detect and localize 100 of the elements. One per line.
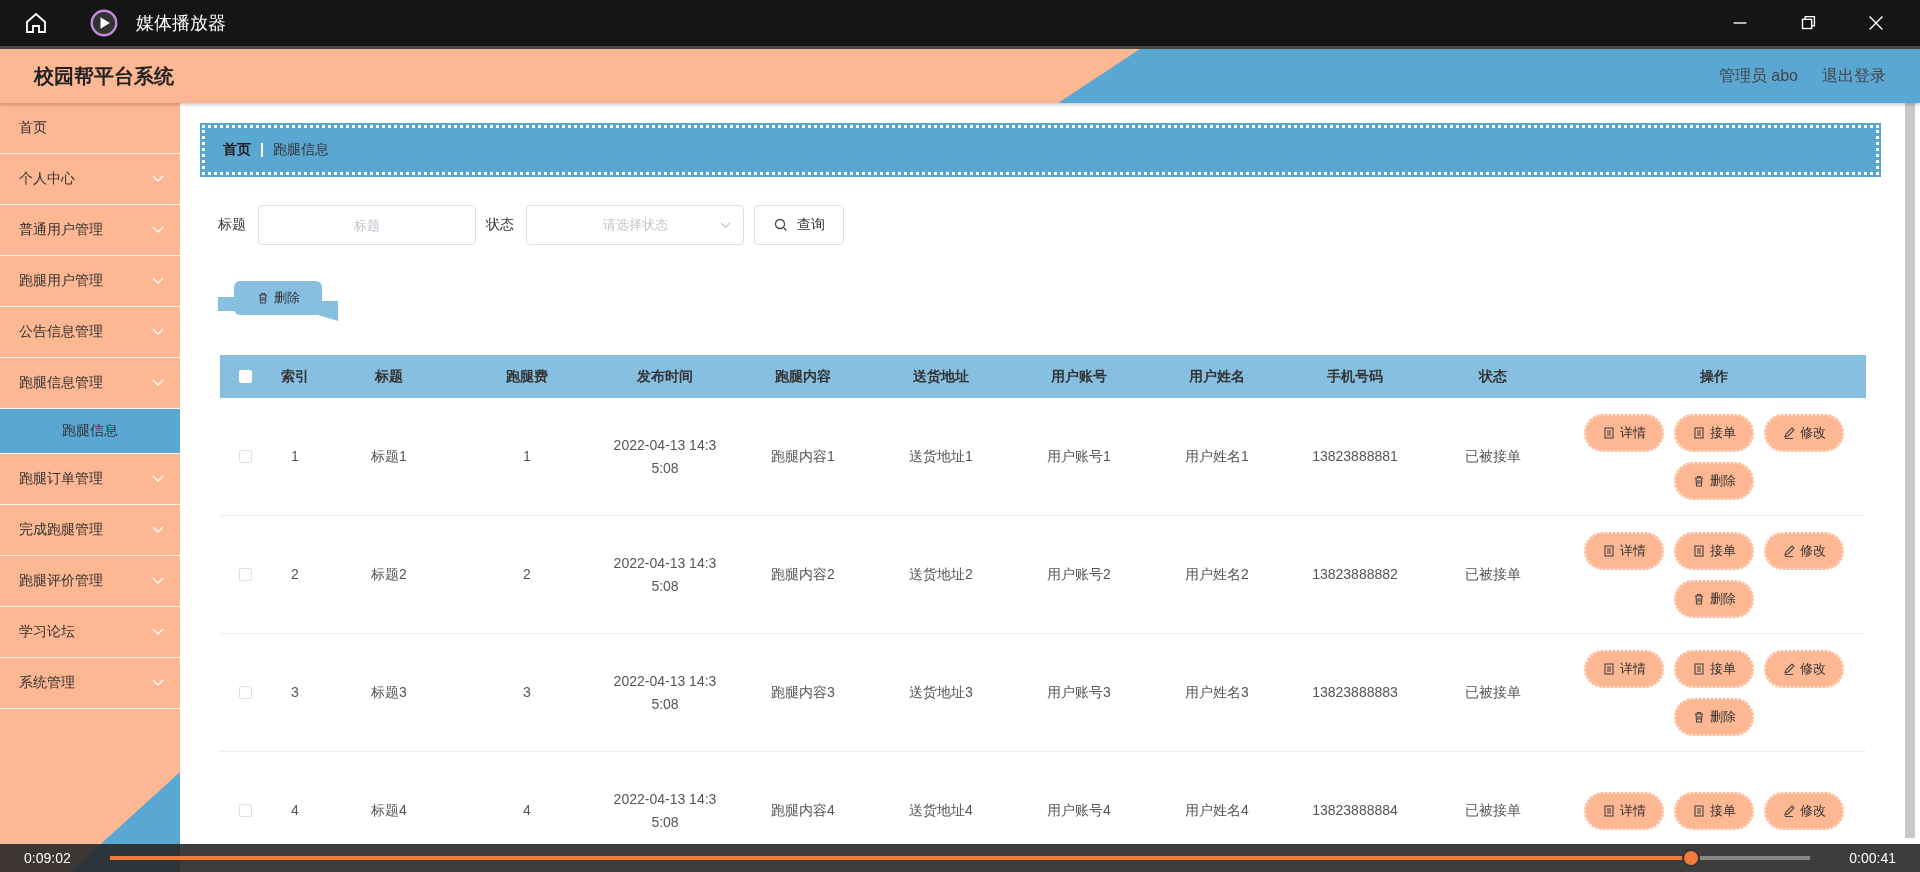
- breadcrumb-link[interactable]: 跑腿信息: [273, 141, 329, 159]
- sidebar-item[interactable]: 个人中心: [0, 154, 180, 205]
- app-title: 校园帮平台系统: [34, 63, 174, 89]
- edit-button[interactable]: 修改: [1764, 413, 1844, 452]
- table-cell-text: 已被接单: [1465, 683, 1521, 702]
- table-cell-text: 13823888882: [1312, 565, 1398, 584]
- sidebar-item[interactable]: 完成跑腿管理: [0, 505, 180, 556]
- column-header: 索引: [281, 367, 309, 386]
- table-cell-text: 3: [523, 683, 531, 702]
- play-logo-icon: [90, 9, 118, 37]
- table-cell-text: 2022-04-13 14:35:08: [612, 789, 718, 832]
- table-cell-text: 3: [291, 683, 299, 702]
- table-cell-text: 送货地址4: [909, 801, 973, 820]
- table-cell-text: 2: [523, 565, 531, 584]
- edit-button[interactable]: 修改: [1764, 791, 1844, 830]
- checkbox[interactable]: [238, 568, 252, 581]
- accept-button[interactable]: 接单: [1674, 531, 1754, 570]
- document-icon: [1602, 543, 1616, 558]
- column-header: 用户账号: [1051, 367, 1107, 386]
- sidebar-item[interactable]: 学习论坛: [0, 607, 180, 658]
- checkbox[interactable]: [238, 450, 252, 463]
- delete-button[interactable]: 删除: [234, 281, 322, 315]
- edit-button[interactable]: 修改: [1764, 531, 1844, 570]
- table-cell-text: 已被接单: [1465, 565, 1521, 584]
- column-header: 用户姓名: [1189, 367, 1245, 386]
- chevron-down-icon: [152, 475, 164, 483]
- accept-button[interactable]: 接单: [1674, 791, 1754, 830]
- table-cell-text: 已被接单: [1465, 801, 1521, 820]
- detail-button[interactable]: 详情: [1584, 531, 1664, 570]
- chevron-down-icon: [152, 679, 164, 687]
- column-header: 跑腿费: [506, 367, 548, 386]
- column-header: 送货地址: [913, 367, 969, 386]
- detail-button[interactable]: 详情: [1584, 413, 1664, 452]
- title-input[interactable]: 标题: [258, 205, 476, 245]
- column-header: 发布时间: [637, 367, 693, 386]
- table-cell-text: 跑腿内容1: [771, 447, 835, 466]
- table-cell-text: 跑腿内容2: [771, 565, 835, 584]
- search-button[interactable]: 查询: [754, 205, 844, 245]
- detail-button[interactable]: 详情: [1584, 649, 1664, 688]
- breadcrumb-link[interactable]: 首页: [223, 141, 251, 159]
- chevron-down-icon: [152, 379, 164, 387]
- table-cell-text: 用户账号2: [1047, 565, 1111, 584]
- sidebar-item[interactable]: 系统管理: [0, 658, 180, 709]
- elapsed-time: 0:09:02: [24, 850, 71, 866]
- chevron-down-icon: [152, 328, 164, 336]
- home-icon[interactable]: [24, 11, 48, 35]
- table-cell-text: 送货地址2: [909, 565, 973, 584]
- table-cell-text: 跑腿内容3: [771, 683, 835, 702]
- sidebar-item[interactable]: 跑腿订单管理: [0, 454, 180, 505]
- table-cell-text: 2022-04-13 14:35:08: [612, 435, 718, 478]
- trash-icon: [1692, 709, 1706, 724]
- progress-thumb[interactable]: [1681, 849, 1700, 867]
- scrollbar[interactable]: [1905, 103, 1915, 838]
- table-cell-text: 用户账号3: [1047, 683, 1111, 702]
- chevron-down-icon: [152, 628, 164, 636]
- document-icon: [1692, 425, 1706, 440]
- logout-link[interactable]: 退出登录: [1822, 65, 1886, 87]
- table-cell-text: 送货地址1: [909, 447, 973, 466]
- pencil-icon: [1782, 803, 1796, 818]
- chevron-down-icon: [152, 175, 164, 183]
- accept-button[interactable]: 接单: [1674, 649, 1754, 688]
- table-cell-text: 标题4: [371, 801, 407, 820]
- sidebar-subitem[interactable]: 跑腿信息: [0, 409, 180, 454]
- detail-button[interactable]: 详情: [1584, 791, 1664, 830]
- table-cell-text: 1: [523, 447, 531, 466]
- document-icon: [1602, 661, 1616, 676]
- checkbox[interactable]: [238, 804, 252, 817]
- sidebar-item[interactable]: 首页: [0, 103, 180, 154]
- table-cell-text: 4: [291, 801, 299, 820]
- pencil-icon: [1782, 661, 1796, 676]
- chevron-down-icon: [152, 277, 164, 285]
- field-label: 状态: [486, 216, 514, 234]
- delete-button[interactable]: 删除: [1674, 461, 1754, 500]
- edit-button[interactable]: 修改: [1764, 649, 1844, 688]
- sidebar-item[interactable]: 跑腿评价管理: [0, 556, 180, 607]
- table-cell-text: 跑腿内容4: [771, 801, 835, 820]
- table-cell-text: 13823888881: [1312, 447, 1398, 466]
- column-header: 手机号码: [1327, 367, 1383, 386]
- column-header: 标题: [375, 367, 403, 386]
- pencil-icon: [1782, 425, 1796, 440]
- sidebar-item[interactable]: 跑腿用户管理: [0, 256, 180, 307]
- document-icon: [1602, 803, 1616, 818]
- sidebar-item[interactable]: 公告信息管理: [0, 307, 180, 358]
- checkbox[interactable]: [238, 686, 252, 699]
- table-cell-text: 2022-04-13 14:35:08: [612, 671, 718, 714]
- accept-button[interactable]: 接单: [1674, 413, 1754, 452]
- window-title: 媒体播放器: [136, 12, 226, 35]
- field-label: 标题: [218, 216, 246, 234]
- chevron-down-icon: [720, 221, 731, 229]
- sidebar-item[interactable]: 普通用户管理: [0, 205, 180, 256]
- table-cell-text: 1: [291, 447, 299, 466]
- document-icon: [1602, 425, 1616, 440]
- column-header: 跑腿内容: [775, 367, 831, 386]
- table-cell-text: 标题1: [371, 447, 407, 466]
- delete-button[interactable]: 删除: [1674, 697, 1754, 736]
- document-icon: [1692, 543, 1706, 558]
- table-cell-text: 用户账号1: [1047, 447, 1111, 466]
- table-cell-text: 用户姓名4: [1185, 801, 1249, 820]
- delete-button[interactable]: 删除: [1674, 579, 1754, 618]
- pencil-icon: [1782, 543, 1796, 558]
